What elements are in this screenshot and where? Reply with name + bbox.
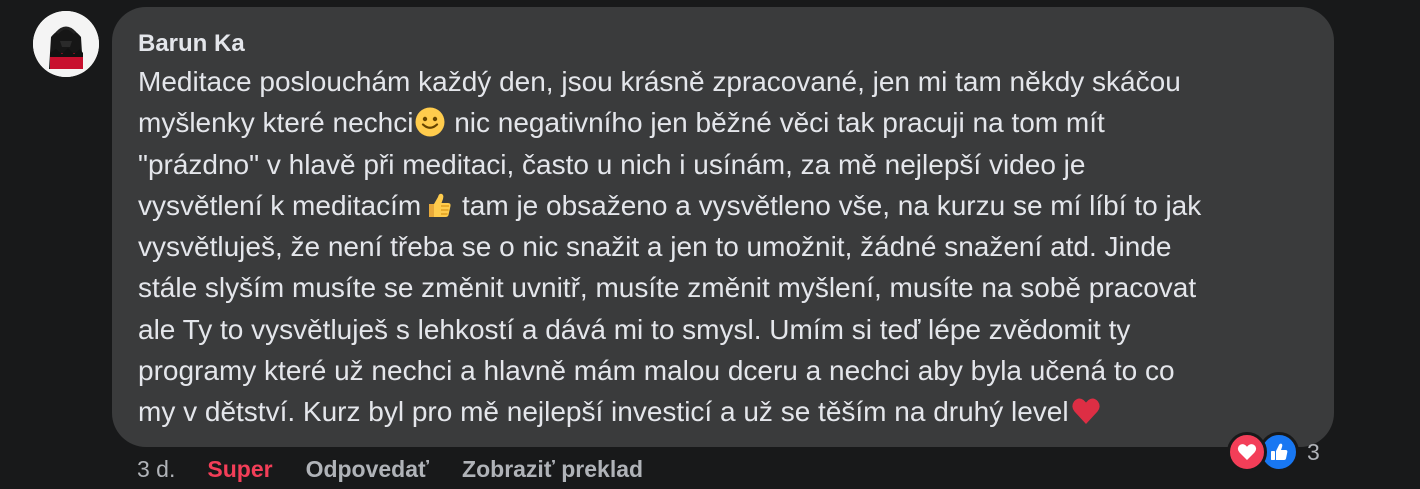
reaction-count: 3 (1307, 438, 1320, 465)
love-icon (1227, 432, 1267, 472)
slightly-smiling-face-icon (415, 107, 445, 137)
comment-line: ale Ty to vysvětluješ s lehkostí a dává … (138, 313, 1131, 345)
avatar-image (33, 11, 99, 77)
comment-line-part: nic negativního jen běžné věci tak pracu… (446, 107, 1105, 139)
translate-button[interactable]: Zobraziť preklad (462, 456, 643, 483)
comment-line: vysvětlení k meditacím tam je obsaženo a… (138, 185, 1310, 226)
comment-timestamp[interactable]: 3 d. (137, 456, 175, 483)
comment-actions: 3 d. Super Odpovedať Zobraziť preklad (137, 454, 643, 484)
comment-text: Meditace poslouchám každý den, jsou krás… (138, 61, 1310, 433)
comment-bubble: Barun Ka Meditace poslouchám každý den, … (112, 7, 1334, 447)
comment: Barun Ka Meditace poslouchám každý den, … (0, 0, 1420, 489)
thumbs-up-icon (429, 193, 451, 217)
comment-line: "prázdno" v hlavě při meditaci, často u … (138, 148, 1086, 180)
comment-line: stále slyším musíte se změnit uvnitř, mu… (138, 272, 1197, 304)
comment-line-part: my v dětství. Kurz byl pro mě nejlepší i… (138, 396, 1069, 428)
comment-line: programy které už nechci a hlavně mám ma… (138, 355, 1175, 387)
reaction-button[interactable]: Super (207, 456, 272, 483)
avatar[interactable] (33, 11, 99, 77)
comment-line: Meditace poslouchám každý den, jsou krás… (138, 66, 1181, 97)
comment-line-part: tam je obsaženo a vysvětleno vše, na kur… (454, 189, 1202, 221)
comment-line: vysvětluješ, že není třeba se o nic snaž… (138, 231, 1172, 263)
comment-line-part: myšlenky které nechci (138, 107, 414, 139)
comment-line: myšlenky které nechci nic negativního je… (138, 102, 1310, 143)
reply-button[interactable]: Odpovedať (306, 456, 429, 483)
comment-line: my v dětství. Kurz byl pro mě nejlepší i… (138, 391, 1310, 432)
comment-author[interactable]: Barun Ka (138, 29, 1310, 59)
reactions-summary[interactable]: 3 (1227, 432, 1320, 472)
red-heart-icon (1071, 398, 1100, 425)
comment-line-part: vysvětlení k meditacím (138, 189, 422, 221)
